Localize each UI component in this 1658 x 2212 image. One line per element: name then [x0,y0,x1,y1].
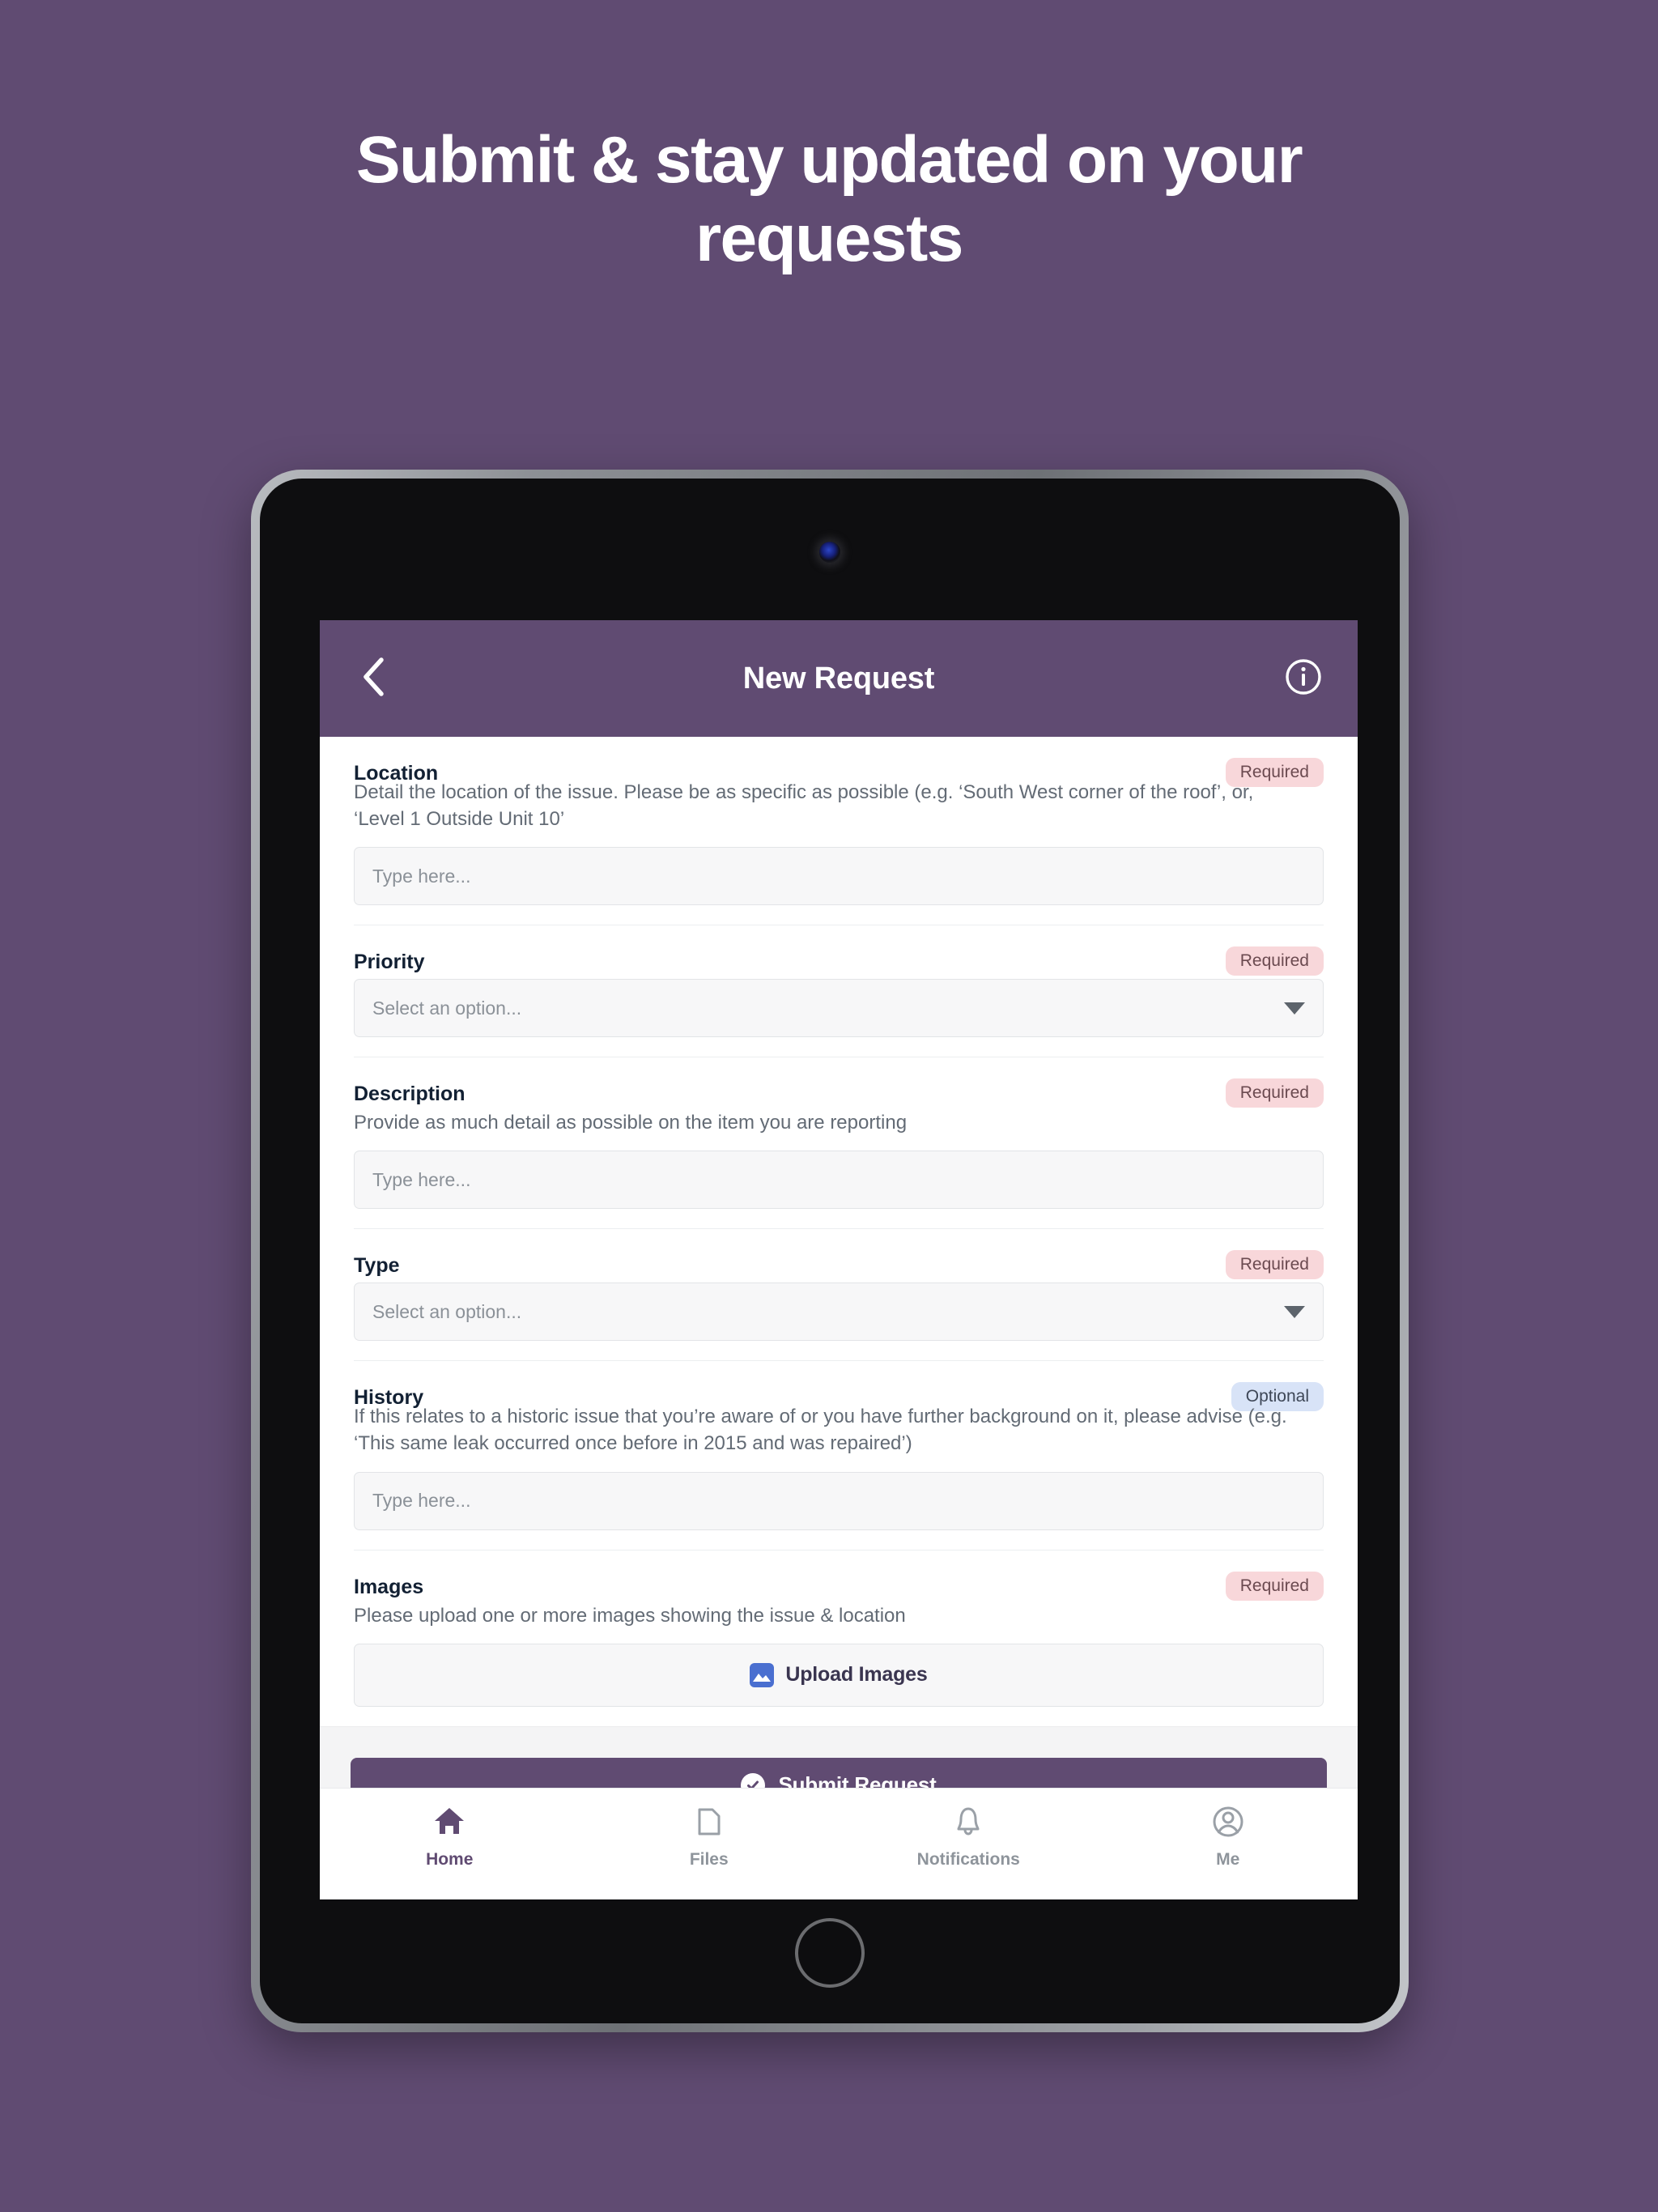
upload-images-button[interactable]: Upload Images [354,1643,1324,1707]
folder-icon [691,1803,728,1840]
field-help-text: If this relates to a historic issue that… [354,1406,1287,1455]
field-images: Images Required Please upload one or mor… [354,1551,1324,1726]
field-label: Type [354,1254,400,1278]
tab-label: Notifications [916,1850,1020,1869]
select-placeholder: Select an option... [372,1300,522,1322]
location-input[interactable]: Type here... [354,847,1324,906]
chevron-down-icon [1284,1002,1305,1015]
check-circle-icon [741,1772,766,1788]
tab-home[interactable]: Home [320,1803,580,1870]
info-circle-icon [1284,657,1323,700]
info-button[interactable] [1282,657,1325,700]
submit-request-button[interactable]: Submit Request [351,1757,1327,1788]
form-fields: Location Required Detail the location of… [320,737,1358,1726]
select-placeholder: Select an option... [372,997,522,1019]
field-header: Description Required [354,1078,1324,1108]
status-badge: Required [1225,1571,1324,1601]
input-placeholder: Type here... [372,865,471,887]
field-label: Description [354,1083,466,1106]
back-button[interactable] [351,656,396,701]
description-input[interactable]: Type here... [354,1151,1324,1210]
tab-notifications[interactable]: Notifications [839,1803,1099,1870]
field-label: Images [354,1575,424,1598]
bottom-navigation: Home Files Notifications Me [320,1788,1358,1899]
person-icon [1209,1803,1247,1840]
type-select[interactable]: Select an option... [354,1283,1324,1342]
history-input[interactable]: Type here... [354,1471,1324,1530]
priority-select[interactable]: Select an option... [354,979,1324,1038]
tablet-bezel: New Request Location Required Detail the… [260,479,1400,2023]
input-placeholder: Type here... [372,1168,471,1190]
tab-label: Home [426,1850,474,1869]
field-history: History Optional If this relates to a hi… [354,1361,1324,1551]
submit-request-label: Submit Request [778,1772,937,1788]
field-location: Location Required Detail the location of… [354,737,1324,926]
tablet-device-frame: New Request Location Required Detail the… [251,470,1409,2032]
field-header: Type Required [354,1250,1324,1280]
form-scroll-area[interactable]: Location Required Detail the location of… [320,737,1358,1788]
submit-zone: Submit Request [320,1725,1358,1788]
tab-me[interactable]: Me [1099,1803,1358,1870]
tab-label: Me [1216,1850,1240,1869]
image-icon [750,1662,775,1687]
home-icon [431,1803,468,1840]
tab-label: Files [689,1850,729,1869]
field-help-text: Please upload one or more images showing… [354,1604,906,1627]
field-help-text: Provide as much detail as possible on th… [354,1112,908,1134]
upload-images-label: Upload Images [785,1663,928,1687]
app-store-screenshot: Submit & stay updated on your requests N… [0,0,1658,2212]
front-camera-icon [819,542,840,563]
tab-files[interactable]: Files [580,1803,840,1870]
field-header: Priority Required [354,946,1324,976]
marketing-headline: Submit & stay updated on your requests [355,123,1303,275]
home-button[interactable] [795,1918,865,1988]
app-screen: New Request Location Required Detail the… [320,620,1358,1899]
field-help-text: Detail the location of the issue. Please… [354,781,1254,831]
app-bar: New Request [320,620,1358,737]
field-priority: Priority Required Select an option... [354,925,1324,1058]
status-badge: Required [1225,1250,1324,1280]
status-badge: Required [1225,946,1324,976]
status-badge: Required [1225,1078,1324,1108]
field-description: Description Required Provide as much det… [354,1057,1324,1230]
chevron-left-icon [359,657,387,701]
field-type: Type Required Select an option... [354,1229,1324,1362]
field-header: Images Required [354,1571,1324,1601]
page-title: New Request [742,661,935,696]
field-label: Priority [354,951,425,974]
chevron-down-icon [1284,1305,1305,1318]
bell-icon [950,1803,987,1840]
input-placeholder: Type here... [372,1490,471,1512]
